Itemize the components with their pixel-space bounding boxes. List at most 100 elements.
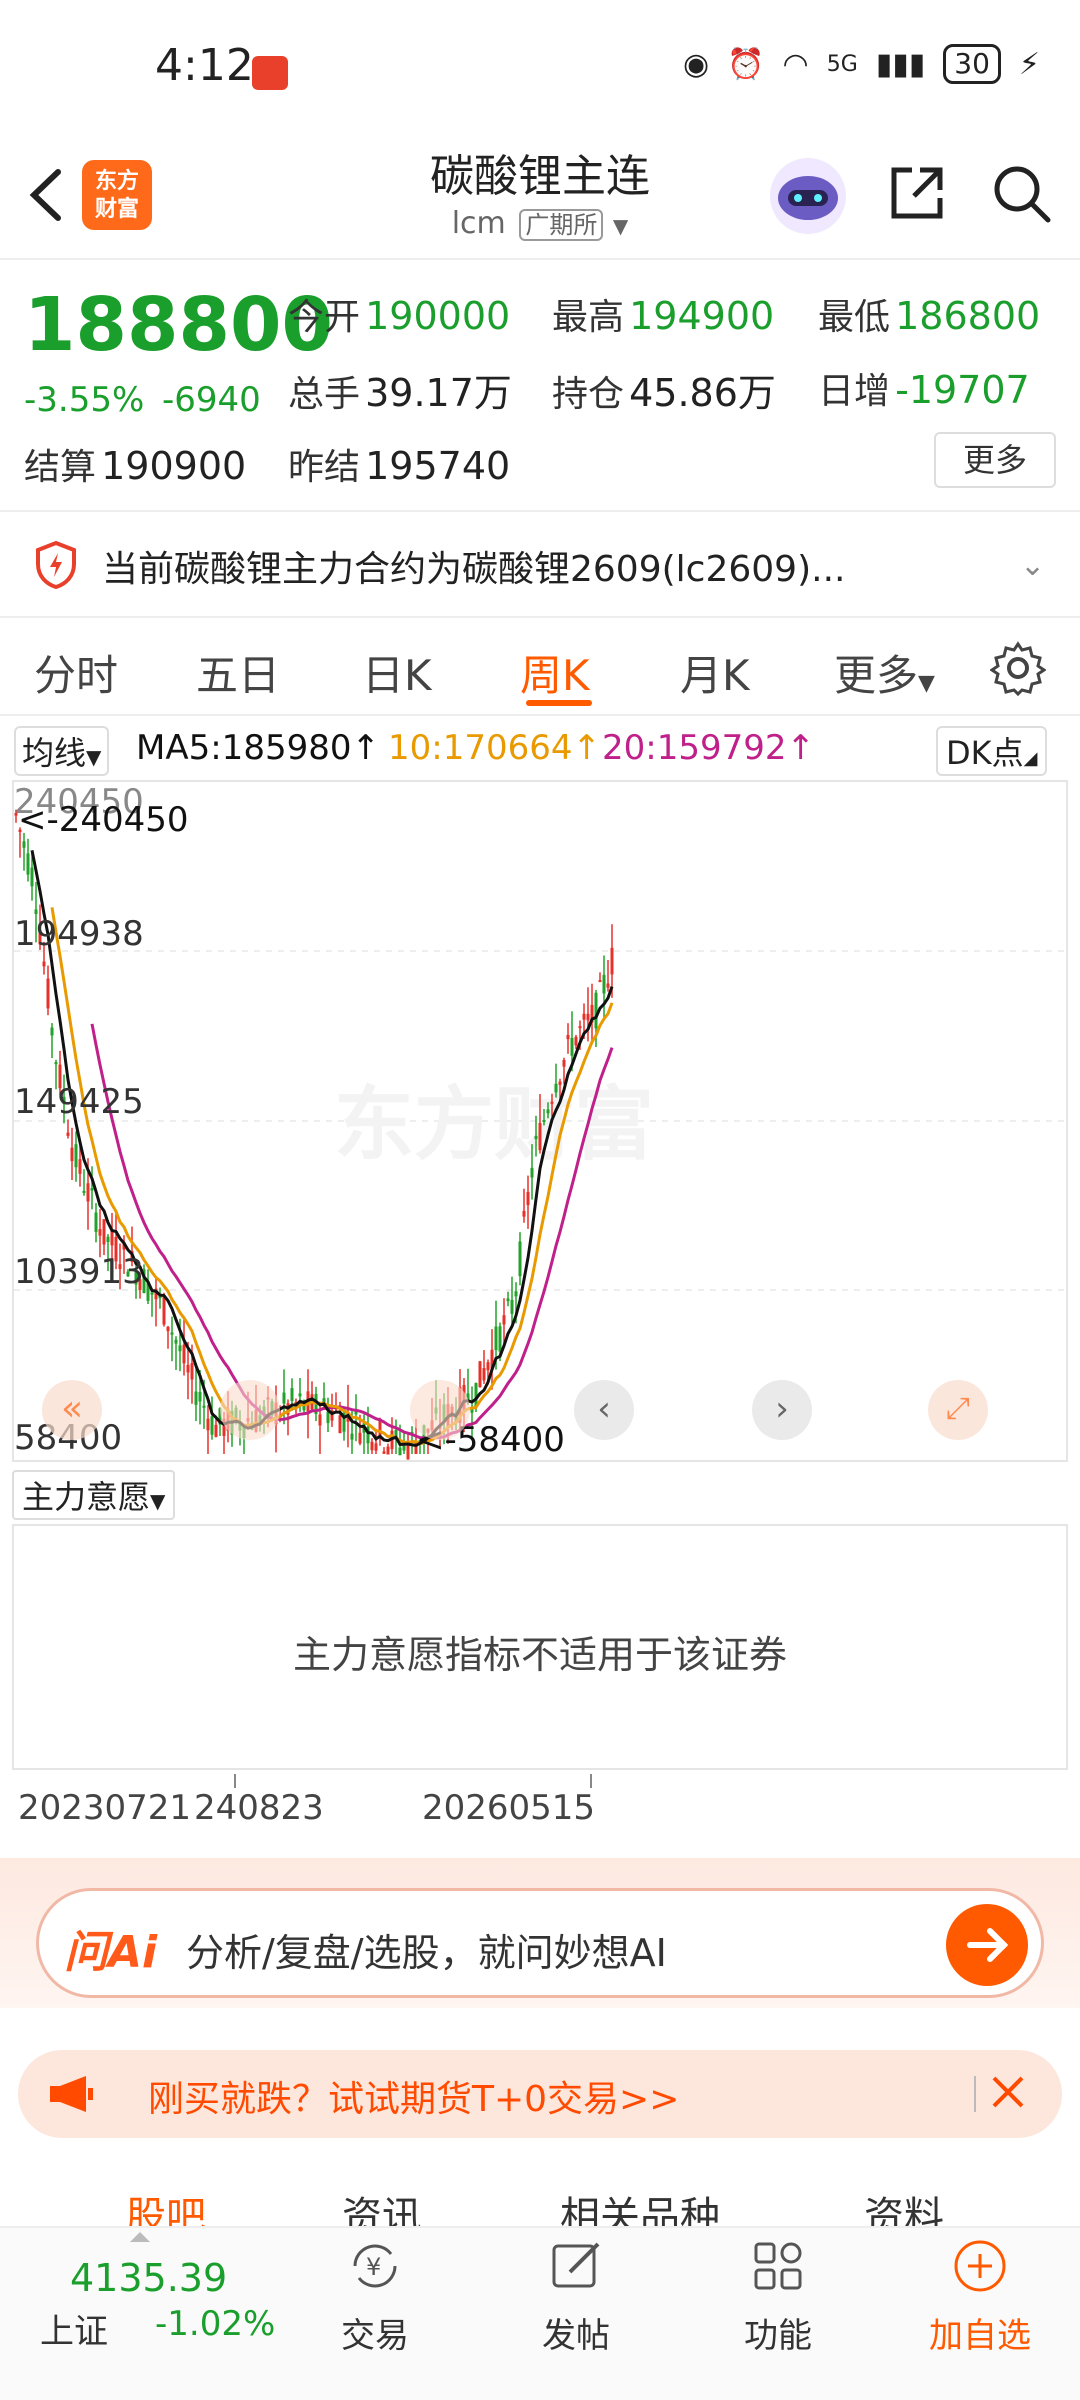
candle-body bbox=[498, 1326, 502, 1352]
nav-add-watchlist[interactable]: 加自选 bbox=[910, 2236, 1050, 2357]
sh-index-value[interactable]: 4135.39 bbox=[70, 2256, 227, 2300]
settle-stat: 结算 190900 bbox=[24, 438, 246, 490]
fullscreen-icon[interactable]: ⤢ bbox=[928, 1380, 988, 1440]
candle-body bbox=[90, 1188, 94, 1191]
candle-body bbox=[506, 1298, 510, 1302]
ai-placeholder: 分析/复盘/选股，就问妙想AI bbox=[186, 1931, 667, 1975]
candle-body bbox=[66, 1132, 70, 1136]
candle-body bbox=[594, 992, 598, 1029]
plus-circle-icon bbox=[954, 2240, 1006, 2292]
nav-trade[interactable]: ¥ 交易 bbox=[305, 2236, 445, 2357]
edit-icon bbox=[552, 2242, 600, 2288]
sh-index-name: 上证 bbox=[40, 2312, 108, 2352]
share-icon bbox=[891, 167, 943, 219]
more-quote-button[interactable]: 更多 bbox=[934, 432, 1056, 488]
ma20-value: 20:159792↑ bbox=[602, 728, 815, 768]
tab-daily-k[interactable]: 日K bbox=[362, 642, 432, 703]
charging-icon: ⚡ bbox=[1018, 46, 1040, 82]
candle-body bbox=[74, 1144, 78, 1168]
high-label: 最高 bbox=[552, 297, 625, 338]
chart-settings-button[interactable] bbox=[989, 640, 1047, 700]
candle-body bbox=[542, 1120, 546, 1123]
caret-down-icon: ▼ bbox=[612, 214, 629, 238]
prev-settle-stat: 昨结 195740 bbox=[288, 438, 510, 490]
tab-weekly-k[interactable]: 周K bbox=[520, 642, 590, 703]
nav-post[interactable]: 发帖 bbox=[506, 2236, 646, 2357]
candle-body bbox=[482, 1368, 486, 1381]
prev-settle-label: 昨结 bbox=[288, 447, 361, 488]
wifi-icon: ◠ bbox=[782, 46, 809, 82]
signal-icon: ▮▮▮ bbox=[875, 46, 926, 82]
kline-svg: 东方财富 bbox=[14, 809, 1066, 1460]
gear-icon bbox=[989, 641, 1047, 697]
candle-body bbox=[326, 1411, 330, 1424]
candle-body bbox=[398, 1447, 402, 1456]
search-button[interactable] bbox=[990, 162, 1052, 224]
network-label: 5G bbox=[826, 51, 858, 77]
exchange-tag: 广期所 bbox=[519, 209, 604, 241]
open-label: 今开 bbox=[288, 297, 361, 338]
candle-body bbox=[586, 1013, 590, 1021]
candle-body bbox=[30, 867, 34, 887]
daily-increase-label: 日增 bbox=[818, 371, 891, 412]
candle-body bbox=[26, 853, 30, 875]
candle-body bbox=[78, 1159, 82, 1174]
ai-assistant-avatar[interactable] bbox=[770, 158, 846, 234]
index-collapse-icon bbox=[130, 2232, 150, 2242]
candle-body bbox=[290, 1388, 294, 1401]
candle-body bbox=[198, 1391, 202, 1402]
candle-body bbox=[282, 1392, 286, 1404]
chart-rewind-button[interactable]: « bbox=[42, 1380, 102, 1440]
notice-text: 当前碳酸锂主力合约为碳酸锂2609(lc2609)... bbox=[102, 549, 846, 590]
sub-indicator-selector[interactable]: 主力意愿▼ bbox=[12, 1470, 176, 1520]
chart-next-button[interactable]: › bbox=[752, 1380, 812, 1440]
candle-body bbox=[70, 1147, 74, 1162]
chart-prev-button[interactable]: ‹ bbox=[574, 1380, 634, 1440]
tab-more[interactable]: 更多▼ bbox=[834, 642, 935, 703]
chart-watermark: 东方财富 bbox=[334, 1080, 654, 1169]
promo-close-button[interactable] bbox=[988, 2072, 1028, 2112]
chart-zoom-out-button[interactable] bbox=[220, 1380, 280, 1440]
candle-body bbox=[206, 1418, 210, 1431]
candle-body bbox=[54, 1062, 58, 1065]
candle-body bbox=[82, 1190, 86, 1193]
candle-body bbox=[406, 1445, 410, 1460]
candle-body bbox=[210, 1416, 214, 1435]
candle-body bbox=[386, 1446, 390, 1455]
candle-body bbox=[510, 1300, 514, 1314]
eye-icon: ◉ bbox=[682, 46, 710, 82]
ai-submit-button[interactable] bbox=[946, 1904, 1028, 1986]
candle-body bbox=[382, 1451, 386, 1454]
candle-body bbox=[610, 947, 614, 975]
status-time: 4:12 bbox=[155, 40, 254, 91]
tab-five-day[interactable]: 五日 bbox=[196, 642, 280, 703]
candle-body bbox=[486, 1362, 490, 1371]
candle-body bbox=[562, 1059, 566, 1067]
grid-apps-icon bbox=[754, 2242, 802, 2290]
x-tick bbox=[234, 1774, 236, 1788]
share-button[interactable] bbox=[886, 162, 948, 224]
nav-functions[interactable]: 功能 bbox=[708, 2236, 848, 2357]
low-label: 最低 bbox=[818, 297, 891, 338]
shield-alert-icon bbox=[34, 540, 78, 594]
chart-zoom-in-button[interactable] bbox=[410, 1380, 470, 1440]
ma-selector[interactable]: 均线▼ bbox=[14, 726, 110, 776]
kline-chart[interactable]: 东方财富 240450 <-240450 194938 149425 10391… bbox=[12, 780, 1068, 1462]
candle-body bbox=[358, 1432, 362, 1444]
candle-body bbox=[110, 1230, 114, 1246]
candle-body bbox=[338, 1415, 342, 1434]
max-marker: <-240450 bbox=[18, 800, 189, 840]
active-tab-indicator bbox=[526, 700, 592, 706]
tab-monthly-k[interactable]: 月K bbox=[680, 642, 750, 703]
tab-intraday[interactable]: 分时 bbox=[34, 642, 118, 703]
candle-body bbox=[570, 1037, 574, 1056]
header-divider bbox=[0, 258, 1080, 260]
close-icon bbox=[992, 2076, 1024, 2108]
candle-body bbox=[522, 1210, 526, 1217]
chevron-down-icon[interactable]: ⌄ bbox=[1020, 548, 1045, 583]
y-label-4: 103913 bbox=[14, 1252, 144, 1292]
dk-point-button[interactable]: DK点◢ bbox=[936, 726, 1048, 776]
settle-value: 190900 bbox=[101, 444, 247, 488]
promo-text: 刚买就跌？试试期货T+0交易>> bbox=[148, 2079, 680, 2120]
ma-selector-label: 均线 bbox=[22, 734, 87, 772]
